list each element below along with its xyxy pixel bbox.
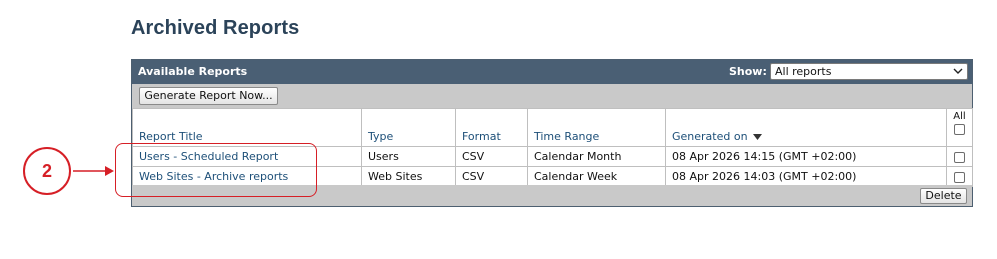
- delete-button[interactable]: Delete: [920, 188, 967, 204]
- column-header-select-all: All: [946, 108, 973, 147]
- generate-report-now-button[interactable]: Generate Report Now...: [139, 87, 278, 105]
- page-title: Archived Reports: [131, 17, 300, 39]
- panel-toolbar: Generate Report Now...: [132, 84, 972, 108]
- column-header-report-title[interactable]: Report Title: [132, 108, 362, 147]
- select-all-label: All: [953, 111, 966, 122]
- sort-descending-icon: [752, 134, 762, 140]
- show-filter-value: All reports: [775, 65, 832, 78]
- table-header-row: Report Title Type Format Time Range Gene…: [132, 108, 973, 147]
- column-header-format[interactable]: Format: [455, 108, 528, 147]
- report-format-cell: CSV: [455, 146, 528, 167]
- column-header-type[interactable]: Type: [361, 108, 456, 147]
- row-select-cell: [946, 166, 973, 187]
- report-format-cell: CSV: [455, 166, 528, 187]
- chevron-down-icon: [953, 68, 963, 74]
- row-select-cell: [946, 146, 973, 167]
- show-label: Show:: [729, 65, 767, 78]
- column-header-generated-on-label: Generated on: [672, 130, 748, 143]
- row-select-checkbox[interactable]: [954, 171, 965, 183]
- report-time-range-cell: Calendar Week: [527, 166, 666, 187]
- show-filter-select[interactable]: All reports: [770, 63, 968, 80]
- column-header-generated-on[interactable]: Generated on: [665, 108, 947, 147]
- panel-header: Available Reports Show: All reports: [132, 60, 972, 84]
- annotation-highlight-box: [115, 143, 317, 197]
- select-all-checkbox[interactable]: [954, 123, 965, 135]
- annotation-step-number: 2: [23, 147, 71, 195]
- report-generated-on-cell: 08 Apr 2026 14:15 (GMT +02:00): [665, 146, 947, 167]
- row-select-checkbox[interactable]: [954, 151, 965, 163]
- report-type-cell: Users: [361, 146, 456, 167]
- panel-title: Available Reports: [138, 65, 248, 78]
- report-type-cell: Web Sites: [361, 166, 456, 187]
- report-time-range-cell: Calendar Month: [527, 146, 666, 167]
- arrow-right-icon: [73, 166, 114, 176]
- report-generated-on-cell: 08 Apr 2026 14:03 (GMT +02:00): [665, 166, 947, 187]
- column-header-time-range[interactable]: Time Range: [527, 108, 666, 147]
